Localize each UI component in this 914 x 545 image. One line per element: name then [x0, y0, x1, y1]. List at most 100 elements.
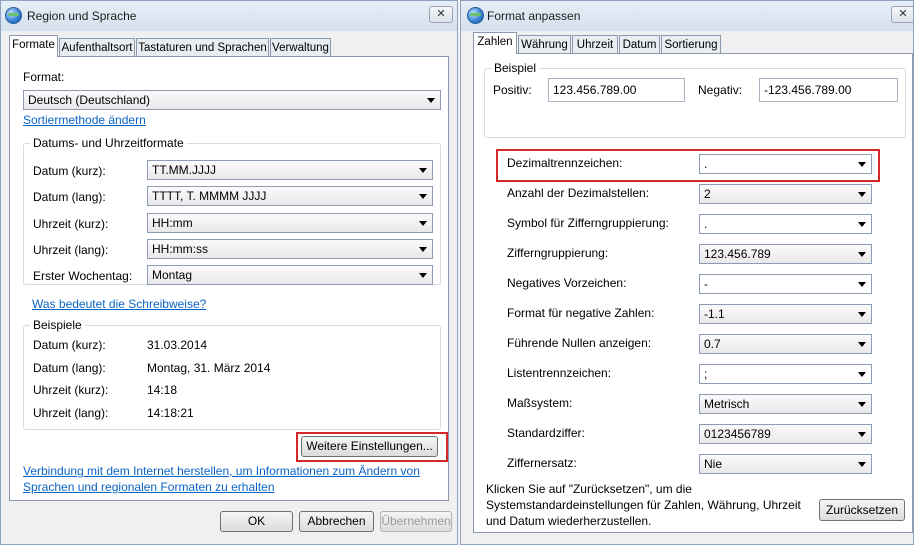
datetime-label-long-time: Uhrzeit (lang):: [33, 243, 109, 257]
digit-grouping-label: Zifferngruppierung:: [507, 246, 609, 260]
chevron-down-icon: [858, 192, 866, 197]
reset-button[interactable]: Zurücksetzen: [819, 499, 905, 521]
measurement-system-dropdown[interactable]: Metrisch: [699, 394, 872, 414]
chevron-down-icon: [858, 312, 866, 317]
tab-zahlen[interactable]: Zahlen: [473, 32, 517, 54]
first-weekday-value: Montag: [152, 268, 193, 282]
chevron-down-icon: [858, 252, 866, 257]
leading-zeros-dropdown[interactable]: 0.7: [699, 334, 872, 354]
tab-waehrung[interactable]: Währung: [518, 35, 571, 54]
tab-datum[interactable]: Datum: [619, 35, 660, 54]
chevron-down-icon: [858, 462, 866, 467]
internet-info-link-line2[interactable]: Sprachen und regionalen Formaten zu erha…: [23, 480, 275, 494]
example-value-long-time: 14:18:21: [147, 406, 194, 420]
reset-info-line3: und Datum wiederherzustellen.: [486, 514, 652, 528]
standard-digits-label: Standardziffer:: [507, 426, 585, 440]
reset-info-line1: Klicken Sie auf "Zurücksetzen", um die: [486, 482, 692, 496]
digit-grouping-value: 123.456.789: [704, 247, 771, 261]
chevron-down-icon: [419, 168, 427, 173]
negative-sign-value: -: [704, 277, 708, 291]
tab-aufenthaltsort[interactable]: Aufenthaltsort: [59, 38, 135, 57]
apply-button[interactable]: Übernehmen: [380, 511, 452, 532]
chevron-down-icon: [858, 372, 866, 377]
negative-label: Negativ:: [698, 83, 743, 97]
chevron-down-icon: [858, 432, 866, 437]
long-date-dropdown[interactable]: TTTT, T. MMMM JJJJ: [147, 186, 433, 206]
datetime-label-short-time: Uhrzeit (kurz):: [33, 217, 109, 231]
datetime-label-first-weekday: Erster Wochentag:: [33, 269, 133, 283]
example-group: Beispiel Positiv: 123.456.789.00 Negativ…: [484, 61, 906, 138]
chevron-down-icon: [858, 222, 866, 227]
customize-format-window: Format anpassen ✕ Zahlen Währung Uhrzeit…: [460, 0, 914, 545]
digit-grouping-dropdown[interactable]: 123.456.789: [699, 244, 872, 264]
negative-number-format-value: -1.1: [704, 307, 725, 321]
tab-uhrzeit[interactable]: Uhrzeit: [572, 35, 618, 54]
short-time-value: HH:mm: [152, 216, 193, 230]
leading-zeros-value: 0.7: [704, 337, 721, 351]
chevron-down-icon: [858, 282, 866, 287]
example-label-long-date: Datum (lang):: [33, 361, 106, 375]
list-separator-value: ;: [704, 367, 708, 381]
title-bar[interactable]: Format anpassen ✕: [461, 1, 913, 31]
negative-number-format-label: Format für negative Zahlen:: [507, 306, 655, 320]
example-label-short-time: Uhrzeit (kurz):: [33, 383, 109, 397]
decimal-places-dropdown[interactable]: 2: [699, 184, 872, 204]
highlight-box: [496, 149, 880, 182]
datetime-formats-group: Datums- und Uhrzeitformate Datum (kurz):…: [23, 136, 441, 285]
example-label-short-date: Datum (kurz):: [33, 338, 106, 352]
highlight-box: [296, 432, 448, 462]
format-value: Deutsch (Deutschland): [28, 93, 151, 107]
digit-substitution-label: Ziffernersatz:: [507, 456, 577, 470]
standard-digits-dropdown[interactable]: 0123456789: [699, 424, 872, 444]
negative-number-format-dropdown[interactable]: -1.1: [699, 304, 872, 324]
negative-example-field: -123.456.789.00: [759, 78, 898, 102]
tab-sortierung[interactable]: Sortierung: [661, 35, 721, 54]
chevron-down-icon: [419, 247, 427, 252]
example-value-short-time: 14:18: [147, 383, 178, 397]
short-date-value: TT.MM.JJJJ: [152, 163, 216, 177]
title-bar[interactable]: Region und Sprache ✕: [1, 1, 457, 31]
positive-value: 123.456.789.00: [553, 83, 637, 97]
long-time-value: HH:mm:ss: [152, 242, 208, 256]
tab-formate[interactable]: Formate: [9, 35, 58, 57]
grouping-symbol-dropdown[interactable]: .: [699, 214, 872, 234]
short-date-dropdown[interactable]: TT.MM.JJJJ: [147, 160, 433, 180]
chevron-down-icon: [427, 98, 435, 103]
examples-group: Beispiele Datum (kurz): 31.03.2014 Datum…: [23, 318, 441, 430]
positive-example-field: 123.456.789.00: [548, 78, 685, 102]
tab-tastaturen[interactable]: Tastaturen und Sprachen: [136, 38, 269, 57]
measurement-system-label: Maßsystem:: [507, 396, 573, 410]
region-language-window: Region und Sprache ✕ Formate Aufenthalts…: [0, 0, 458, 545]
chevron-down-icon: [419, 194, 427, 199]
sort-method-link[interactable]: Sortiermethode ändern: [23, 113, 146, 127]
decimal-places-value: 2: [704, 187, 711, 201]
short-time-dropdown[interactable]: HH:mm: [147, 213, 433, 233]
example-label-long-time: Uhrzeit (lang):: [33, 406, 109, 420]
ok-button[interactable]: OK: [220, 511, 293, 532]
format-dropdown[interactable]: Deutsch (Deutschland): [23, 90, 441, 110]
grouping-symbol-value: .: [704, 217, 708, 231]
negative-sign-dropdown[interactable]: -: [699, 274, 872, 294]
chevron-down-icon: [419, 221, 427, 226]
example-value-short-date: 31.03.2014: [147, 338, 208, 352]
long-time-dropdown[interactable]: HH:mm:ss: [147, 239, 433, 259]
close-button[interactable]: ✕: [429, 6, 453, 23]
examples-group-title: Beispiele: [30, 318, 85, 332]
grouping-symbol-label: Symbol für Zifferngruppierung:: [507, 216, 669, 230]
tab-verwaltung[interactable]: Verwaltung: [270, 38, 331, 57]
measurement-system-value: Metrisch: [704, 397, 750, 411]
notation-help-link[interactable]: Was bedeutet die Schreibweise?: [32, 297, 206, 311]
positive-label: Positiv:: [493, 83, 532, 97]
list-separator-label: Listentrennzeichen:: [507, 366, 612, 380]
list-separator-dropdown[interactable]: ;: [699, 364, 872, 384]
cancel-button[interactable]: Abbrechen: [299, 511, 374, 532]
internet-info-link-line1[interactable]: Verbindung mit dem Internet herstellen, …: [23, 464, 420, 478]
close-button[interactable]: ✕: [891, 6, 913, 23]
chevron-down-icon: [858, 402, 866, 407]
reset-info-line2: Systemstandardeinstellungen für Zahlen, …: [486, 498, 801, 512]
datetime-label-long-date: Datum (lang):: [33, 190, 106, 204]
chevron-down-icon: [419, 273, 427, 278]
formate-panel: Format: Deutsch (Deutschland) Sortiermet…: [9, 56, 449, 501]
first-weekday-dropdown[interactable]: Montag: [147, 265, 433, 285]
digit-substitution-dropdown[interactable]: Nie: [699, 454, 872, 474]
